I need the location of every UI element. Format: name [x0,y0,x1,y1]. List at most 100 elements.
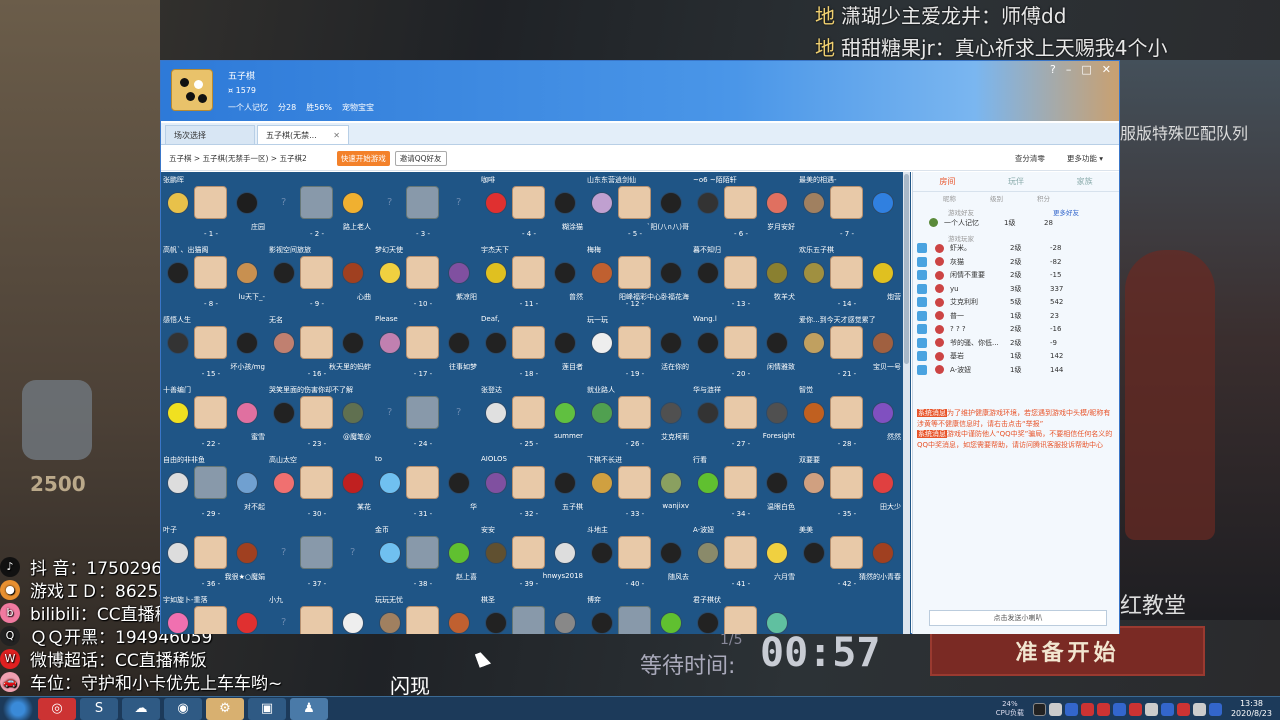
seat-right[interactable] [766,402,788,424]
board-icon[interactable] [194,396,227,429]
seat-left[interactable] [273,612,295,634]
board-icon[interactable] [724,606,757,634]
board-icon[interactable] [406,536,439,569]
board-icon[interactable] [724,396,757,429]
board-icon[interactable] [512,536,545,569]
board-icon[interactable] [406,606,439,634]
seat-left[interactable] [591,192,613,214]
game-table[interactable]: 梅梅 阳峰福彩中心卧福花海 - 12 - [585,242,691,312]
seat-right[interactable] [660,402,682,424]
player-row[interactable]: 闲情不重要 2级 -15 [913,269,1119,283]
maximize-button[interactable]: □ [1081,63,1091,76]
seat-right[interactable] [872,472,894,494]
seat-left[interactable] [273,402,295,424]
game-table[interactable]: 行看 温眼白色 - 34 - [691,452,797,522]
tray-icon[interactable] [1160,702,1174,716]
game-table[interactable]: - 37 - [267,522,373,592]
game-table[interactable]: 哭笑里面的伤害你却不了解 @魔笔@ - 23 - [267,382,373,452]
game-table[interactable]: - 24 - [373,382,479,452]
board-icon[interactable] [830,256,863,289]
game-table[interactable]: 自由的非非鱼 对不起 - 29 - [161,452,267,522]
game-table[interactable]: 无名 秋天里的蚂蚱 - 16 - [267,312,373,382]
board-icon[interactable] [724,256,757,289]
game-table[interactable]: 咖啡 糊涂猫 - 4 - [479,172,585,242]
seat-right[interactable] [342,402,364,424]
game-table[interactable]: 宇如旋卜-重落 [161,592,267,634]
board-icon[interactable] [300,396,333,429]
seat-right[interactable] [236,542,258,564]
seat-left[interactable] [591,542,613,564]
game-table[interactable]: 玩一玩 活在你的 - 19 - [585,312,691,382]
game-table[interactable]: 欢乐五子棋 炮营 - 14 - [797,242,903,312]
tray-icon[interactable] [1096,702,1110,716]
help-button[interactable]: ? [1050,63,1056,76]
board-icon[interactable] [512,396,545,429]
game-table[interactable]: 叶子 我很★○魔娟 - 36 - [161,522,267,592]
seat-left[interactable] [697,542,719,564]
game-table[interactable]: 金币 赵上喜 - 38 - [373,522,479,592]
taskbar-app-icon[interactable]: ◎ [38,697,76,720]
seat-left[interactable] [273,472,295,494]
game-table[interactable]: 斗地主 随风去 - 40 - [585,522,691,592]
seat-left[interactable] [803,472,825,494]
seat-left[interactable] [379,192,401,214]
horn-chat-input[interactable]: 点击发送小喇叭 [929,610,1107,626]
seat-left[interactable] [167,402,189,424]
game-table[interactable]: 感悟人生 坏小孩/mg - 15 - [161,312,267,382]
board-icon[interactable] [406,396,439,429]
tray-icon[interactable] [1064,702,1078,716]
seat-right[interactable] [236,332,258,354]
board-icon[interactable] [512,326,545,359]
volume-icon[interactable] [1192,702,1206,716]
board-icon[interactable] [618,256,651,289]
reset-score-button[interactable]: 查分清零 [1015,153,1045,164]
seat-left[interactable] [167,472,189,494]
seat-right[interactable] [766,192,788,214]
seat-left[interactable] [167,262,189,284]
seat-right[interactable] [448,612,470,634]
game-table[interactable]: - 3 - [373,172,479,242]
board-icon[interactable] [512,256,545,289]
taskbar-app-icon[interactable]: ☁ [122,697,160,720]
board-icon[interactable] [406,256,439,289]
seat-right[interactable] [448,472,470,494]
seat-left[interactable] [591,262,613,284]
seat-right[interactable] [554,472,576,494]
seat-right[interactable] [236,402,258,424]
close-button[interactable]: ✕ [1102,63,1111,76]
board-icon[interactable] [830,536,863,569]
seat-right[interactable] [766,472,788,494]
seat-left[interactable] [167,542,189,564]
game-table[interactable]: 安安 hnwys2018- 39 - [479,522,585,592]
seat-left[interactable] [273,192,295,214]
board-icon[interactable] [406,466,439,499]
game-table[interactable]: 张鹏晖 庄园 - 1 - [161,172,267,242]
system-clock[interactable]: 13:38 2020/8/23 [1231,699,1272,719]
seat-right[interactable] [660,542,682,564]
game-table[interactable]: 影视空间旅旅 心曲 - 9 - [267,242,373,312]
board-icon[interactable] [194,326,227,359]
seat-left[interactable] [485,542,507,564]
game-table[interactable]: 美美 猜然的小青春 - 42 - [797,522,903,592]
seat-right[interactable] [342,542,364,564]
tab-partners[interactable]: 玩伴 [1008,176,1024,187]
seat-right[interactable] [766,332,788,354]
board-icon[interactable] [512,606,545,634]
board-icon[interactable] [194,466,227,499]
game-table[interactable]: 就业路人 艾克柯莉 - 26 - [585,382,691,452]
seat-left[interactable] [803,542,825,564]
pet-link[interactable]: 宠物宝宝 [342,102,374,113]
board-icon[interactable] [724,536,757,569]
seat-right[interactable] [766,542,788,564]
game-table[interactable]: Deaf, 莲目者 - 18 - [479,312,585,382]
seat-right[interactable] [236,192,258,214]
seat-right[interactable] [660,192,682,214]
seat-right[interactable] [660,332,682,354]
seat-left[interactable] [485,262,507,284]
board-icon[interactable] [194,186,227,219]
player-row[interactable]: 基岩 1级 142 [913,350,1119,364]
minimize-button[interactable]: – [1066,63,1072,76]
seat-right[interactable] [554,612,576,634]
game-table[interactable]: 爱你...到今天才感觉累了 宝贝一号 - 21 - [797,312,903,382]
game-table[interactable]: 宇杰天下 曾然 - 11 - [479,242,585,312]
